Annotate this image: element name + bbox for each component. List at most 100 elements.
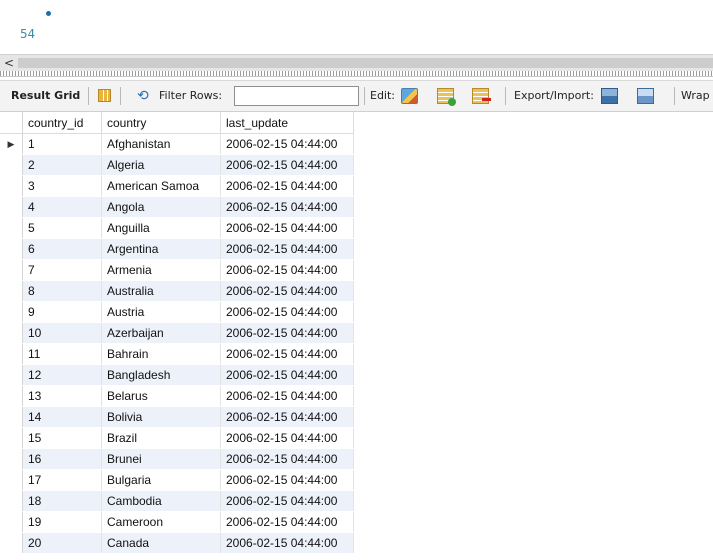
column-header-country[interactable]: country bbox=[101, 112, 221, 134]
editor-horizontal-scrollbar[interactable]: < bbox=[0, 54, 713, 71]
cell-country-id[interactable]: 2 bbox=[22, 154, 102, 176]
cell-country-id[interactable]: 20 bbox=[22, 532, 102, 554]
cell-last-update[interactable]: 2006-02-15 04:44:00 bbox=[220, 490, 354, 512]
cell-last-update[interactable]: 2006-02-15 04:44:00 bbox=[220, 175, 354, 197]
table-row[interactable]: ▶ 1 Afghanistan 2006-02-15 04:44:00 bbox=[0, 133, 354, 155]
row-marker[interactable] bbox=[0, 322, 23, 344]
cell-country[interactable]: American Samoa bbox=[101, 175, 221, 197]
cell-last-update[interactable]: 2006-02-15 04:44:00 bbox=[220, 385, 354, 407]
row-marker[interactable] bbox=[0, 427, 23, 449]
table-row[interactable]: 9 Austria 2006-02-15 04:44:00 bbox=[0, 301, 354, 323]
row-marker[interactable] bbox=[0, 364, 23, 386]
table-row[interactable]: 5 Anguilla 2006-02-15 04:44:00 bbox=[0, 217, 354, 239]
cell-country-id[interactable]: 15 bbox=[22, 427, 102, 449]
import-icon[interactable] bbox=[637, 88, 654, 104]
scroll-left-arrow-icon[interactable]: < bbox=[4, 56, 14, 70]
refresh-icon[interactable]: ⟲ bbox=[137, 88, 149, 104]
cell-country[interactable]: Canada bbox=[101, 532, 221, 554]
cell-country-id[interactable]: 9 bbox=[22, 301, 102, 323]
row-marker[interactable] bbox=[0, 301, 23, 323]
cell-last-update[interactable]: 2006-02-15 04:44:00 bbox=[220, 511, 354, 533]
table-row[interactable]: 20 Canada 2006-02-15 04:44:00 bbox=[0, 532, 354, 554]
cell-last-update[interactable]: 2006-02-15 04:44:00 bbox=[220, 469, 354, 491]
row-marker[interactable] bbox=[0, 343, 23, 365]
cell-country-id[interactable]: 7 bbox=[22, 259, 102, 281]
table-row[interactable]: 14 Bolivia 2006-02-15 04:44:00 bbox=[0, 406, 354, 428]
cell-last-update[interactable]: 2006-02-15 04:44:00 bbox=[220, 217, 354, 239]
cell-country[interactable]: Cambodia bbox=[101, 490, 221, 512]
row-marker[interactable] bbox=[0, 469, 23, 491]
sql-editor[interactable]: 54 select * from country where country b… bbox=[0, 0, 713, 54]
cell-country[interactable]: Belarus bbox=[101, 385, 221, 407]
row-marker[interactable] bbox=[0, 532, 23, 554]
editor-line-54[interactable]: 54 select * from country where country b… bbox=[0, 4, 713, 41]
cell-country-id[interactable]: 16 bbox=[22, 448, 102, 470]
table-row[interactable]: 16 Brunei 2006-02-15 04:44:00 bbox=[0, 448, 354, 470]
cell-country[interactable]: Bulgaria bbox=[101, 469, 221, 491]
cell-country-id[interactable]: 12 bbox=[22, 364, 102, 386]
table-row[interactable]: 4 Angola 2006-02-15 04:44:00 bbox=[0, 196, 354, 218]
cell-last-update[interactable]: 2006-02-15 04:44:00 bbox=[220, 532, 354, 554]
result-table[interactable]: country_id country last_update ▶ 1 Afghani… bbox=[0, 112, 354, 554]
row-marker[interactable] bbox=[0, 238, 23, 260]
row-marker[interactable] bbox=[0, 385, 23, 407]
row-marker[interactable] bbox=[0, 196, 23, 218]
cell-last-update[interactable]: 2006-02-15 04:44:00 bbox=[220, 259, 354, 281]
cell-country[interactable]: Angola bbox=[101, 196, 221, 218]
cell-last-update[interactable]: 2006-02-15 04:44:00 bbox=[220, 280, 354, 302]
table-row[interactable]: 10 Azerbaijan 2006-02-15 04:44:00 bbox=[0, 322, 354, 344]
table-row[interactable]: 18 Cambodia 2006-02-15 04:44:00 bbox=[0, 490, 354, 512]
cell-country[interactable]: Bolivia bbox=[101, 406, 221, 428]
cell-last-update[interactable]: 2006-02-15 04:44:00 bbox=[220, 364, 354, 386]
cell-country[interactable]: Argentina bbox=[101, 238, 221, 260]
editor-line-55[interactable]: 55 bbox=[0, 33, 713, 53]
table-row[interactable]: 11 Bahrain 2006-02-15 04:44:00 bbox=[0, 343, 354, 365]
cell-country-id[interactable]: 14 bbox=[22, 406, 102, 428]
cell-country[interactable]: Austria bbox=[101, 301, 221, 323]
cell-country[interactable]: Afghanistan bbox=[101, 133, 221, 155]
row-marker[interactable] bbox=[0, 259, 23, 281]
scrollbar-thumb[interactable] bbox=[18, 58, 713, 68]
result-grid[interactable]: country_id country last_update ▶ 1 Afghani… bbox=[0, 112, 713, 560]
cell-country[interactable]: Azerbaijan bbox=[101, 322, 221, 344]
row-marker[interactable] bbox=[0, 175, 23, 197]
grid-view-icon[interactable] bbox=[98, 89, 111, 102]
row-marker[interactable] bbox=[0, 280, 23, 302]
result-grid-tab[interactable]: Result Grid bbox=[11, 81, 80, 111]
cell-country[interactable]: Brunei bbox=[101, 448, 221, 470]
cell-country[interactable]: Australia bbox=[101, 280, 221, 302]
edit-current-row-icon[interactable] bbox=[401, 88, 418, 104]
cell-last-update[interactable]: 2006-02-15 04:44:00 bbox=[220, 133, 354, 155]
table-row[interactable]: 8 Australia 2006-02-15 04:44:00 bbox=[0, 280, 354, 302]
cell-country-id[interactable]: 3 bbox=[22, 175, 102, 197]
cell-country-id[interactable]: 6 bbox=[22, 238, 102, 260]
cell-country[interactable]: Bangladesh bbox=[101, 364, 221, 386]
row-marker[interactable] bbox=[0, 490, 23, 512]
cell-country[interactable]: Armenia bbox=[101, 259, 221, 281]
row-marker[interactable] bbox=[0, 154, 23, 176]
cell-last-update[interactable]: 2006-02-15 04:44:00 bbox=[220, 448, 354, 470]
cell-country-id[interactable]: 13 bbox=[22, 385, 102, 407]
cell-country-id[interactable]: 11 bbox=[22, 343, 102, 365]
table-row[interactable]: 3 American Samoa 2006-02-15 04:44:00 bbox=[0, 175, 354, 197]
cell-country-id[interactable]: 10 bbox=[22, 322, 102, 344]
cell-country-id[interactable]: 5 bbox=[22, 217, 102, 239]
cell-country-id[interactable]: 8 bbox=[22, 280, 102, 302]
row-marker[interactable] bbox=[0, 217, 23, 239]
row-marker[interactable] bbox=[0, 511, 23, 533]
panel-splitter[interactable] bbox=[0, 71, 713, 77]
table-row[interactable]: 17 Bulgaria 2006-02-15 04:44:00 bbox=[0, 469, 354, 491]
cell-country-id[interactable]: 19 bbox=[22, 511, 102, 533]
table-row[interactable]: 6 Argentina 2006-02-15 04:44:00 bbox=[0, 238, 354, 260]
filter-rows-input[interactable] bbox=[234, 86, 359, 106]
export-icon[interactable] bbox=[601, 88, 618, 104]
cell-country[interactable]: Bahrain bbox=[101, 343, 221, 365]
row-marker[interactable] bbox=[0, 448, 23, 470]
cell-country-id[interactable]: 18 bbox=[22, 490, 102, 512]
table-row[interactable]: 12 Bangladesh 2006-02-15 04:44:00 bbox=[0, 364, 354, 386]
cell-last-update[interactable]: 2006-02-15 04:44:00 bbox=[220, 238, 354, 260]
table-row[interactable]: 2 Algeria 2006-02-15 04:44:00 bbox=[0, 154, 354, 176]
table-row[interactable]: 7 Armenia 2006-02-15 04:44:00 bbox=[0, 259, 354, 281]
insert-row-icon[interactable] bbox=[437, 88, 456, 106]
cell-country-id[interactable]: 4 bbox=[22, 196, 102, 218]
